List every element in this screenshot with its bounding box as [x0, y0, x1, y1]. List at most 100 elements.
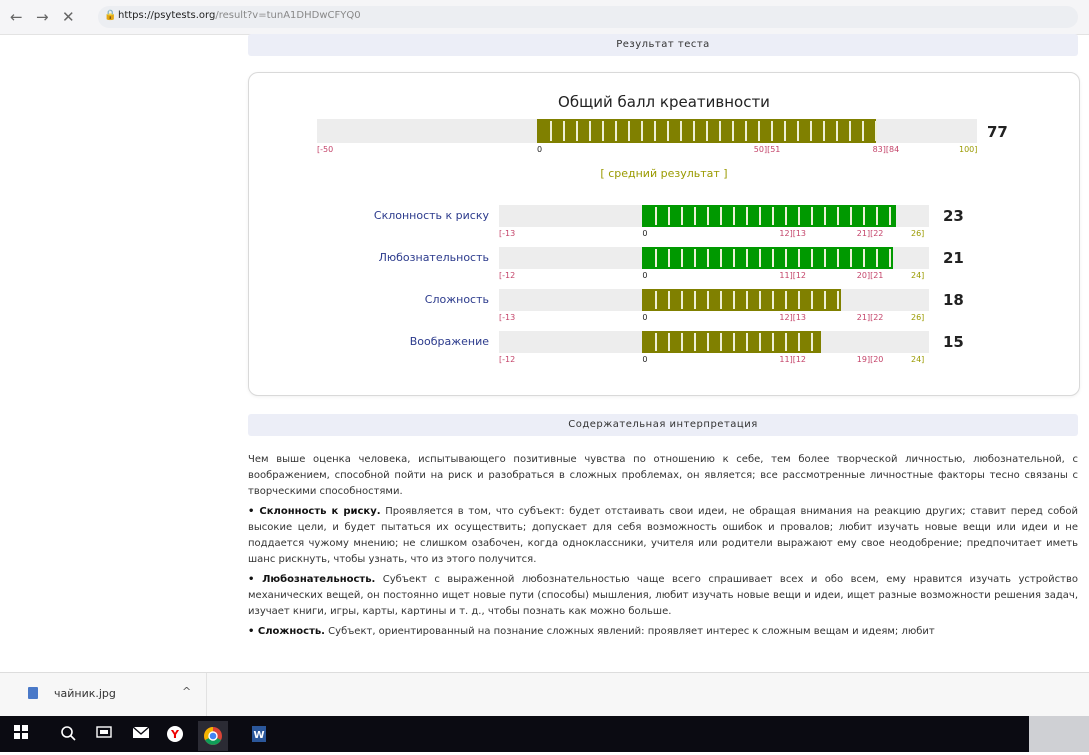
- bar-segment-divider: [733, 333, 735, 351]
- average-result-label: [ средний результат ]: [600, 167, 728, 180]
- bar-segment-divider: [850, 207, 852, 225]
- subscale-bar-fill: [642, 205, 896, 227]
- bar-segment-divider: [889, 207, 891, 225]
- task-view-icon[interactable]: [96, 725, 112, 743]
- search-icon[interactable]: [60, 725, 76, 745]
- bar-segment-divider: [589, 121, 591, 141]
- bar-segment-divider: [733, 207, 735, 225]
- bar-segment-divider: [810, 121, 812, 141]
- bar-segment-divider: [681, 249, 683, 267]
- chevron-up-icon[interactable]: ^: [182, 685, 191, 698]
- tick-label: 24]: [911, 271, 925, 280]
- bar-segment-divider: [694, 207, 696, 225]
- bar-segment-divider: [655, 249, 657, 267]
- bar-segment-divider: [654, 121, 656, 141]
- tick-label: [-13: [499, 229, 516, 238]
- windows-icon[interactable]: [14, 725, 28, 743]
- download-filename: чайник.jpg: [54, 687, 116, 700]
- bar-segment-divider: [693, 121, 695, 141]
- bar-segment-divider: [758, 121, 760, 141]
- bar-segment-divider: [641, 121, 643, 141]
- subscale-bar-fill: [642, 247, 894, 269]
- bar-segment-divider: [720, 291, 722, 309]
- bar-segment-divider: [719, 121, 721, 141]
- bar-segment-divider: [694, 333, 696, 351]
- forward-button[interactable]: →: [36, 8, 49, 26]
- windows-taskbar: Y W: [0, 716, 1089, 752]
- bar-segment-divider: [784, 121, 786, 141]
- bar-segment-divider: [772, 207, 774, 225]
- chrome-icon[interactable]: [198, 721, 228, 751]
- bar-segment-divider: [824, 249, 826, 267]
- bar-segment-divider: [798, 207, 800, 225]
- tick-label: 0: [642, 271, 648, 280]
- bar-segment-divider: [811, 207, 813, 225]
- subscale-score: 23: [943, 207, 964, 225]
- mail-icon[interactable]: [132, 725, 150, 743]
- word-icon[interactable]: W: [250, 725, 268, 747]
- result-section-header: Результат теста: [248, 34, 1078, 56]
- result-card: Общий балл креативности 77 [-50 0 50][51 83…: [248, 72, 1080, 396]
- bar-segment-divider: [759, 207, 761, 225]
- subscale-bar-fill: [642, 331, 822, 353]
- tick-label: 0: [642, 313, 648, 322]
- bar-segment-divider: [681, 333, 683, 351]
- bar-segment-divider: [772, 249, 774, 267]
- bar-segment-divider: [785, 207, 787, 225]
- bar-segment-divider: [837, 249, 839, 267]
- bar-segment-divider: [655, 333, 657, 351]
- download-item[interactable]: чайник.jpg ^: [10, 673, 207, 717]
- bar-segment-divider: [655, 207, 657, 225]
- bar-segment-divider: [837, 291, 839, 309]
- bar-segment-divider: [746, 249, 748, 267]
- tick-label: 12][13: [779, 313, 806, 322]
- yandex-browser-icon[interactable]: Y: [166, 725, 184, 747]
- bar-segment-divider: [668, 207, 670, 225]
- bar-segment-divider: [680, 121, 682, 141]
- bar-segment-divider: [797, 121, 799, 141]
- url-path: /result?v=tunA1DHDwCFYQ0: [215, 10, 361, 21]
- bar-segment-divider: [707, 291, 709, 309]
- stop-button[interactable]: ✕: [62, 8, 75, 26]
- bar-segment-divider: [811, 249, 813, 267]
- bar-segment-divider: [863, 207, 865, 225]
- subscale-label: Сложность: [424, 293, 489, 306]
- bar-segment-divider: [850, 249, 852, 267]
- tick-label: 21][22: [856, 313, 884, 322]
- url-host: https://psytests.org: [118, 10, 216, 21]
- bar-segment-divider: [563, 121, 565, 141]
- downloads-bar: чайник.jpg ^: [0, 672, 1089, 717]
- bar-segment-divider: [798, 249, 800, 267]
- bar-segment-divider: [707, 207, 709, 225]
- subscale-label: Склонность к риску: [373, 209, 489, 222]
- browser-toolbar: ← → ✕ 🔒 https://psytests.org/result?v=tu…: [0, 0, 1089, 35]
- bar-segment-divider: [681, 207, 683, 225]
- bar-segment-divider: [720, 207, 722, 225]
- bar-segment-divider: [746, 207, 748, 225]
- bar-segment-divider: [785, 333, 787, 351]
- tick-label: [-12: [499, 355, 516, 364]
- tick-label: 50][51: [753, 145, 781, 154]
- bar-segment-divider: [876, 249, 878, 267]
- tick-label: 0: [642, 229, 648, 238]
- bar-segment-divider: [889, 249, 891, 267]
- tick-label: 11][12: [779, 271, 806, 280]
- chart-title: Общий балл креативности: [558, 93, 770, 111]
- subscale-bar: [499, 205, 929, 227]
- url-text[interactable]: https://psytests.org/result?v=tunA1DHDwC…: [118, 10, 361, 21]
- interpretation-item-complexity: • Сложность. Субъект, ориентированный на…: [248, 624, 1078, 640]
- interpretation-intro: Чем выше оценка человека, испытывающего …: [248, 454, 1078, 497]
- interpretation-item-risk: • Склонность к риску. Проявляется в том,…: [248, 504, 1078, 568]
- bar-segment-divider: [811, 291, 813, 309]
- subscale-score: 21: [943, 249, 964, 267]
- bar-segment-divider: [759, 249, 761, 267]
- bar-segment-divider: [615, 121, 617, 141]
- bar-segment-divider: [745, 121, 747, 141]
- back-button[interactable]: ←: [10, 8, 23, 26]
- bar-segment-divider: [668, 291, 670, 309]
- tick-label: 24]: [911, 355, 925, 364]
- bar-segment-divider: [733, 249, 735, 267]
- bar-segment-divider: [720, 249, 722, 267]
- lock-icon: 🔒: [104, 10, 117, 21]
- bar-segment-divider: [849, 121, 851, 141]
